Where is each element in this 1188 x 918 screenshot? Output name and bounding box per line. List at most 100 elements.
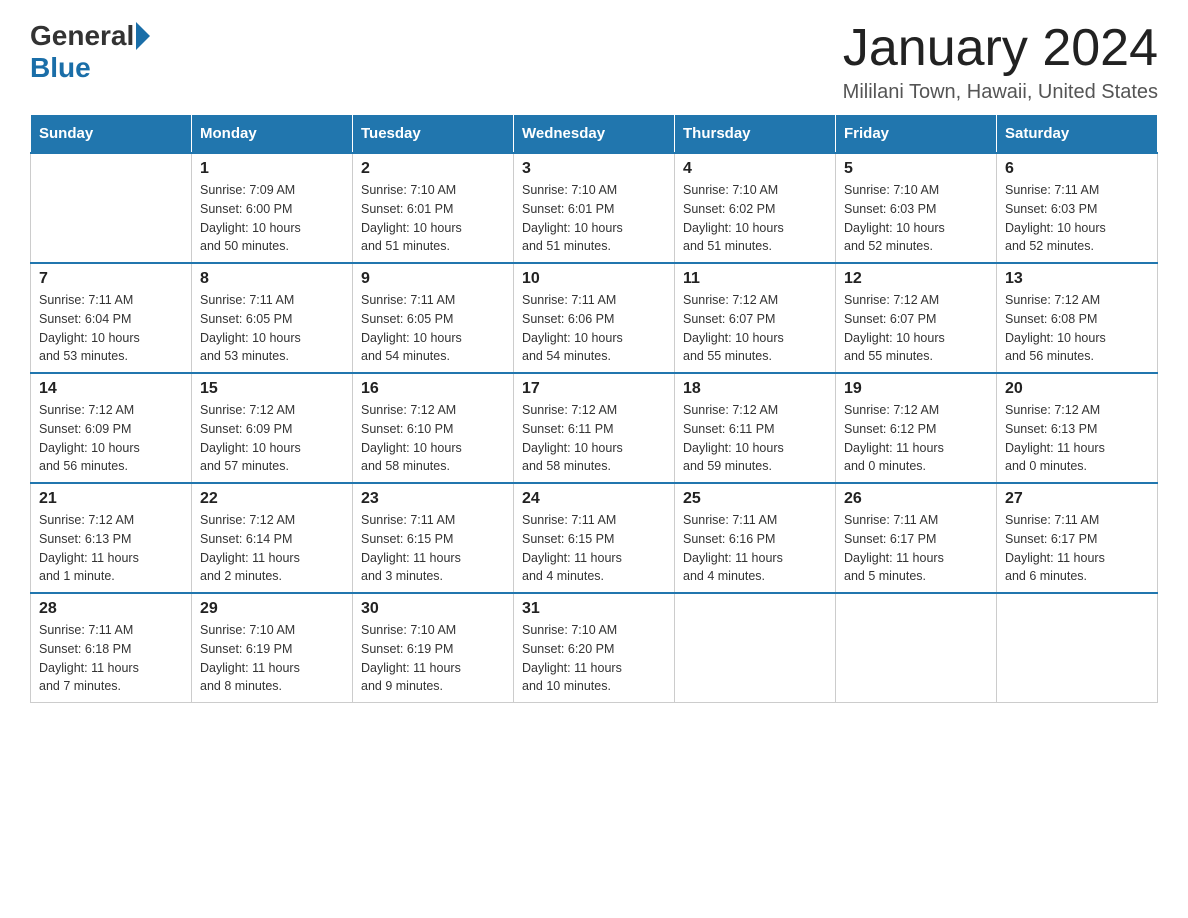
day-number: 31 (522, 600, 666, 618)
calendar-cell: 14 Sunrise: 7:12 AM Sunset: 6:09 PM Dayli… (31, 373, 192, 483)
calendar-cell (836, 593, 997, 703)
calendar-header-monday: Monday (192, 115, 353, 154)
day-info: Sunrise: 7:10 AM Sunset: 6:03 PM Dayligh… (844, 181, 988, 256)
calendar-cell: 22 Sunrise: 7:12 AM Sunset: 6:14 PM Dayli… (192, 483, 353, 593)
day-info: Sunrise: 7:11 AM Sunset: 6:15 PM Dayligh… (361, 511, 505, 586)
calendar-header-sunday: Sunday (31, 115, 192, 154)
day-number: 7 (39, 270, 183, 288)
calendar-cell: 15Sunrise: 7:12 AM Sunset: 6:09 PM Dayli… (192, 373, 353, 483)
calendar-cell: 18 Sunrise: 7:12 AM Sunset: 6:11 PM Dayli… (675, 373, 836, 483)
calendar-week-row: 1 Sunrise: 7:09 AM Sunset: 6:00 PM Daylig… (31, 153, 1158, 263)
day-number: 12 (844, 270, 988, 288)
calendar-cell: 7 Sunrise: 7:11 AM Sunset: 6:04 PM Daylig… (31, 263, 192, 373)
day-number: 23 (361, 490, 505, 508)
calendar-cell: 20 Sunrise: 7:12 AM Sunset: 6:13 PM Dayli… (997, 373, 1158, 483)
calendar-cell: 6 Sunrise: 7:11 AM Sunset: 6:03 PM Daylig… (997, 153, 1158, 263)
calendar-cell: 11 Sunrise: 7:12 AM Sunset: 6:07 PM Dayli… (675, 263, 836, 373)
day-number: 19 (844, 380, 988, 398)
calendar-cell: 4 Sunrise: 7:10 AM Sunset: 6:02 PM Daylig… (675, 153, 836, 263)
calendar-cell: 3Sunrise: 7:10 AM Sunset: 6:01 PM Daylig… (514, 153, 675, 263)
logo: General Blue (30, 20, 152, 84)
day-info: Sunrise: 7:10 AM Sunset: 6:19 PM Dayligh… (200, 621, 344, 696)
calendar-cell: 27 Sunrise: 7:11 AM Sunset: 6:17 PM Dayli… (997, 483, 1158, 593)
calendar-cell (997, 593, 1158, 703)
day-info: Sunrise: 7:10 AM Sunset: 6:01 PM Dayligh… (522, 181, 666, 256)
day-number: 1 (200, 160, 344, 178)
calendar-header-saturday: Saturday (997, 115, 1158, 154)
calendar-cell: 25Sunrise: 7:11 AM Sunset: 6:16 PM Dayli… (675, 483, 836, 593)
day-number: 26 (844, 490, 988, 508)
calendar-header-row: SundayMondayTuesdayWednesdayThursdayFrid… (31, 115, 1158, 154)
day-info: Sunrise: 7:12 AM Sunset: 6:07 PM Dayligh… (683, 291, 827, 366)
day-info: Sunrise: 7:12 AM Sunset: 6:12 PM Dayligh… (844, 401, 988, 476)
day-number: 10 (522, 270, 666, 288)
calendar-cell: 24 Sunrise: 7:11 AM Sunset: 6:15 PM Dayli… (514, 483, 675, 593)
day-info: Sunrise: 7:11 AM Sunset: 6:18 PM Dayligh… (39, 621, 183, 696)
calendar-cell: 17 Sunrise: 7:12 AM Sunset: 6:11 PM Dayli… (514, 373, 675, 483)
calendar-cell: 31Sunrise: 7:10 AM Sunset: 6:20 PM Dayli… (514, 593, 675, 703)
calendar-cell: 13Sunrise: 7:12 AM Sunset: 6:08 PM Dayli… (997, 263, 1158, 373)
day-info: Sunrise: 7:12 AM Sunset: 6:08 PM Dayligh… (1005, 291, 1149, 366)
calendar-cell: 2 Sunrise: 7:10 AM Sunset: 6:01 PM Daylig… (353, 153, 514, 263)
calendar-cell (675, 593, 836, 703)
day-info: Sunrise: 7:11 AM Sunset: 6:06 PM Dayligh… (522, 291, 666, 366)
day-number: 22 (200, 490, 344, 508)
day-number: 17 (522, 380, 666, 398)
day-number: 28 (39, 600, 183, 618)
calendar-cell: 30Sunrise: 7:10 AM Sunset: 6:19 PM Dayli… (353, 593, 514, 703)
calendar-cell (31, 153, 192, 263)
calendar-header-tuesday: Tuesday (353, 115, 514, 154)
day-number: 20 (1005, 380, 1149, 398)
day-info: Sunrise: 7:12 AM Sunset: 6:13 PM Dayligh… (1005, 401, 1149, 476)
day-number: 25 (683, 490, 827, 508)
logo-arrow-icon (136, 22, 150, 50)
day-number: 29 (200, 600, 344, 618)
calendar-cell: 16Sunrise: 7:12 AM Sunset: 6:10 PM Dayli… (353, 373, 514, 483)
day-number: 8 (200, 270, 344, 288)
logo-general-text: General (30, 20, 134, 52)
day-info: Sunrise: 7:11 AM Sunset: 6:17 PM Dayligh… (1005, 511, 1149, 586)
calendar-cell: 21 Sunrise: 7:12 AM Sunset: 6:13 PM Dayli… (31, 483, 192, 593)
day-info: Sunrise: 7:11 AM Sunset: 6:05 PM Dayligh… (200, 291, 344, 366)
day-number: 15 (200, 380, 344, 398)
day-number: 9 (361, 270, 505, 288)
day-info: Sunrise: 7:12 AM Sunset: 6:11 PM Dayligh… (683, 401, 827, 476)
day-number: 27 (1005, 490, 1149, 508)
day-info: Sunrise: 7:11 AM Sunset: 6:04 PM Dayligh… (39, 291, 183, 366)
day-info: Sunrise: 7:10 AM Sunset: 6:19 PM Dayligh… (361, 621, 505, 696)
calendar-week-row: 14 Sunrise: 7:12 AM Sunset: 6:09 PM Dayli… (31, 373, 1158, 483)
day-info: Sunrise: 7:12 AM Sunset: 6:11 PM Dayligh… (522, 401, 666, 476)
day-info: Sunrise: 7:09 AM Sunset: 6:00 PM Dayligh… (200, 181, 344, 256)
day-info: Sunrise: 7:12 AM Sunset: 6:13 PM Dayligh… (39, 511, 183, 586)
calendar-cell: 9 Sunrise: 7:11 AM Sunset: 6:05 PM Daylig… (353, 263, 514, 373)
day-info: Sunrise: 7:12 AM Sunset: 6:09 PM Dayligh… (39, 401, 183, 476)
calendar-cell: 5 Sunrise: 7:10 AM Sunset: 6:03 PM Daylig… (836, 153, 997, 263)
day-number: 18 (683, 380, 827, 398)
calendar-cell: 29 Sunrise: 7:10 AM Sunset: 6:19 PM Dayli… (192, 593, 353, 703)
calendar-cell: 8 Sunrise: 7:11 AM Sunset: 6:05 PM Daylig… (192, 263, 353, 373)
calendar-table: SundayMondayTuesdayWednesdayThursdayFrid… (30, 114, 1158, 703)
day-info: Sunrise: 7:10 AM Sunset: 6:02 PM Dayligh… (683, 181, 827, 256)
calendar-header-thursday: Thursday (675, 115, 836, 154)
day-info: Sunrise: 7:12 AM Sunset: 6:07 PM Dayligh… (844, 291, 988, 366)
calendar-cell: 12 Sunrise: 7:12 AM Sunset: 6:07 PM Dayli… (836, 263, 997, 373)
day-number: 2 (361, 160, 505, 178)
day-info: Sunrise: 7:10 AM Sunset: 6:01 PM Dayligh… (361, 181, 505, 256)
day-number: 24 (522, 490, 666, 508)
day-number: 21 (39, 490, 183, 508)
page-header: General Blue January 2024 Mililani Town,… (30, 20, 1158, 104)
location-subtitle: Mililani Town, Hawaii, United States (843, 81, 1158, 104)
day-info: Sunrise: 7:11 AM Sunset: 6:15 PM Dayligh… (522, 511, 666, 586)
day-info: Sunrise: 7:12 AM Sunset: 6:14 PM Dayligh… (200, 511, 344, 586)
day-number: 14 (39, 380, 183, 398)
day-info: Sunrise: 7:11 AM Sunset: 6:05 PM Dayligh… (361, 291, 505, 366)
day-number: 5 (844, 160, 988, 178)
calendar-cell: 28 Sunrise: 7:11 AM Sunset: 6:18 PM Dayli… (31, 593, 192, 703)
day-info: Sunrise: 7:11 AM Sunset: 6:17 PM Dayligh… (844, 511, 988, 586)
calendar-cell: 26 Sunrise: 7:11 AM Sunset: 6:17 PM Dayli… (836, 483, 997, 593)
day-number: 11 (683, 270, 827, 288)
day-info: Sunrise: 7:11 AM Sunset: 6:03 PM Dayligh… (1005, 181, 1149, 256)
day-number: 6 (1005, 160, 1149, 178)
day-number: 4 (683, 160, 827, 178)
logo-blue-text: Blue (30, 52, 91, 84)
